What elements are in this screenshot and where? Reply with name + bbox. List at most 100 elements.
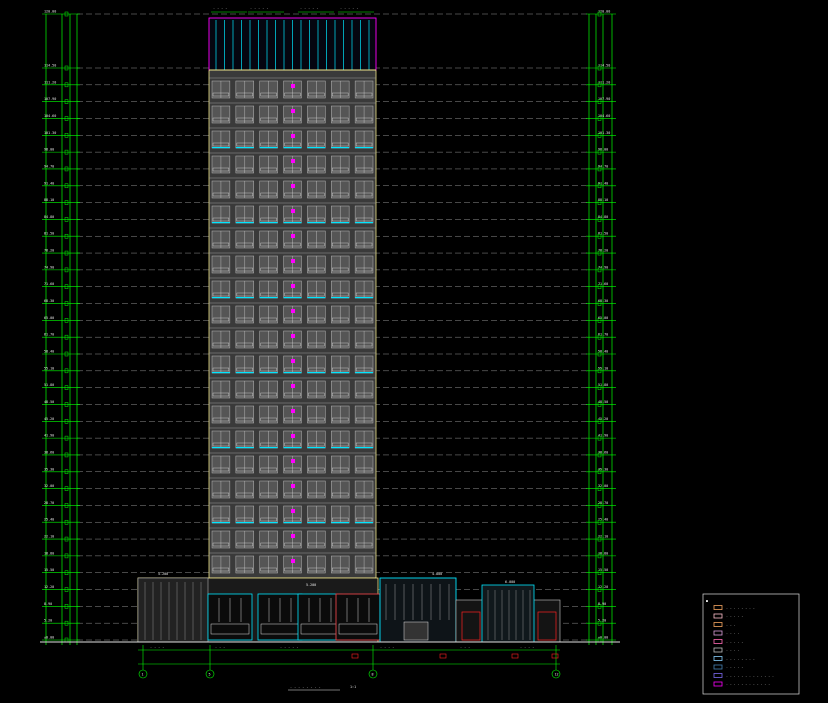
cyan-sill — [355, 522, 373, 524]
section-marker — [351, 653, 359, 659]
podium-entrance — [403, 621, 429, 641]
left-elevation-label: 58.40 — [44, 350, 54, 354]
left-elevation-label: 48.50 — [44, 400, 54, 404]
right-elevation-label: 68.30 — [598, 299, 608, 303]
left-elevation-label: 74.90 — [44, 265, 54, 269]
legend-item-label: - - - - - — [726, 615, 743, 619]
right-elevation-label: 32.00 — [598, 484, 608, 488]
cyan-sill — [259, 522, 278, 524]
left-elevation-label: 25.40 — [44, 518, 54, 522]
bottom-dimension-label: - - - - — [520, 645, 534, 649]
right-elevation-label: 22.10 — [598, 535, 608, 539]
right-elevation-label: 41.90 — [598, 434, 608, 438]
right-elevation-label: 107.90 — [598, 97, 610, 101]
pavilion-tower — [481, 584, 535, 643]
cyan-sill — [259, 147, 278, 149]
left-elevation-label: 55.10 — [44, 366, 54, 370]
left-elevation-label: 81.50 — [44, 232, 54, 236]
podium-level-label: 5.200 — [306, 583, 316, 587]
legend-item-label: - - - - - — [726, 640, 743, 644]
cyan-sill — [259, 222, 278, 224]
cyan-sill — [212, 147, 230, 149]
podium-level-label: 4.800 — [432, 572, 442, 576]
left-elevation-label: 98.00 — [44, 148, 54, 152]
right-elevation-label: 101.30 — [598, 131, 610, 135]
core-marker — [291, 284, 295, 288]
cyan-sill — [307, 447, 326, 449]
section-marker — [511, 653, 519, 659]
left-elevation-label: 8.90 — [44, 602, 52, 606]
core-marker — [291, 209, 295, 213]
left-elevation-label: 41.90 — [44, 434, 54, 438]
left-elevation-label: 101.30 — [44, 131, 56, 135]
left-elevation-label: 22.10 — [44, 535, 54, 539]
legend-item-label: - - - - - - - - - - - - — [726, 683, 770, 687]
right-elevation-label: 25.40 — [598, 518, 608, 522]
core-marker — [291, 409, 295, 413]
core-marker — [291, 559, 295, 563]
cad-drawing-canvas: 120.00 120.00 114.50 114.50 111.20 111.20 107.… — [0, 0, 828, 699]
drawing-title: - - - - - - - - — [290, 685, 321, 689]
top-dimension-label: - - - - - — [340, 6, 358, 10]
podium-elevation: 5.200 5.200 4.800 6.000 — [40, 572, 620, 643]
tower-elevation: - - - -- - - - -- - - - -- - - - - — [208, 6, 377, 579]
cyan-sill — [283, 522, 302, 524]
bottom-dimension-label: - - - - - — [280, 645, 298, 649]
legend-item-label: - - - - - - - - — [726, 657, 755, 661]
core-marker — [291, 334, 295, 338]
cyan-sill — [355, 297, 373, 299]
cyan-sill — [307, 372, 326, 374]
left-elevation-label: 18.80 — [44, 551, 54, 555]
axis-label: 1 — [142, 673, 144, 677]
right-elevation-label: 84.80 — [598, 215, 608, 219]
left-elevation-label: 88.10 — [44, 198, 54, 202]
top-dimension-label: - - - - — [213, 6, 227, 10]
axis-label: 12 — [555, 673, 559, 677]
left-elevation-label: 65.00 — [44, 316, 54, 320]
cyan-sill — [283, 447, 302, 449]
left-elevation-label: 38.60 — [44, 450, 54, 454]
podium-level-label: 6.000 — [505, 580, 515, 584]
cyan-sill — [212, 522, 230, 524]
cyan-sill — [259, 447, 278, 449]
left-elevation-label: 68.30 — [44, 299, 54, 303]
core-marker — [291, 109, 295, 113]
section-marker — [551, 653, 559, 659]
core-marker — [291, 309, 295, 313]
right-elevation-label: 12.20 — [598, 585, 608, 589]
left-elevation-label: 111.20 — [44, 80, 56, 84]
left-elevation-label: 51.80 — [44, 383, 54, 387]
core-marker — [291, 484, 295, 488]
cyan-sill — [259, 372, 278, 374]
right-elevation-label: 74.90 — [598, 265, 608, 269]
right-elevation-label: 65.00 — [598, 316, 608, 320]
left-elevation-label: 35.30 — [44, 467, 54, 471]
right-elevation-label: 111.20 — [598, 80, 610, 84]
cyan-sill — [283, 147, 302, 149]
left-elevation-label: 114.50 — [44, 64, 56, 68]
right-elevation-label: 18.80 — [598, 551, 608, 555]
cyan-sill — [331, 222, 350, 224]
bottom-dimension-label: - - - - — [380, 645, 394, 649]
cyan-sill — [235, 447, 254, 449]
core-marker — [291, 534, 295, 538]
cyan-sill — [355, 447, 373, 449]
cyan-sill — [355, 372, 373, 374]
left-elevation-label: 71.60 — [44, 282, 54, 286]
right-elevation-label: 55.10 — [598, 366, 608, 370]
right-elevation-label: 78.20 — [598, 249, 608, 253]
cyan-sill — [283, 297, 302, 299]
core-marker — [291, 234, 295, 238]
core-marker — [291, 84, 295, 88]
left-elevation-label: 45.20 — [44, 417, 54, 421]
cyan-sill — [212, 447, 230, 449]
legend-item-label: - - - - — [726, 632, 740, 636]
cyan-sill — [331, 447, 350, 449]
bottom-axis-grid: 1 5 8 12 - - - - - - - - - - - - - - - - - - - - … — [138, 645, 561, 691]
bottom-dimension-label: - - - - — [150, 645, 164, 649]
right-elevation-label: ±0.00 — [598, 636, 608, 640]
cyan-sill — [259, 297, 278, 299]
left-elevation-label: 91.40 — [44, 181, 54, 185]
podium-level-label: 5.200 — [158, 572, 168, 576]
right-elevation-label: 104.60 — [598, 114, 610, 118]
